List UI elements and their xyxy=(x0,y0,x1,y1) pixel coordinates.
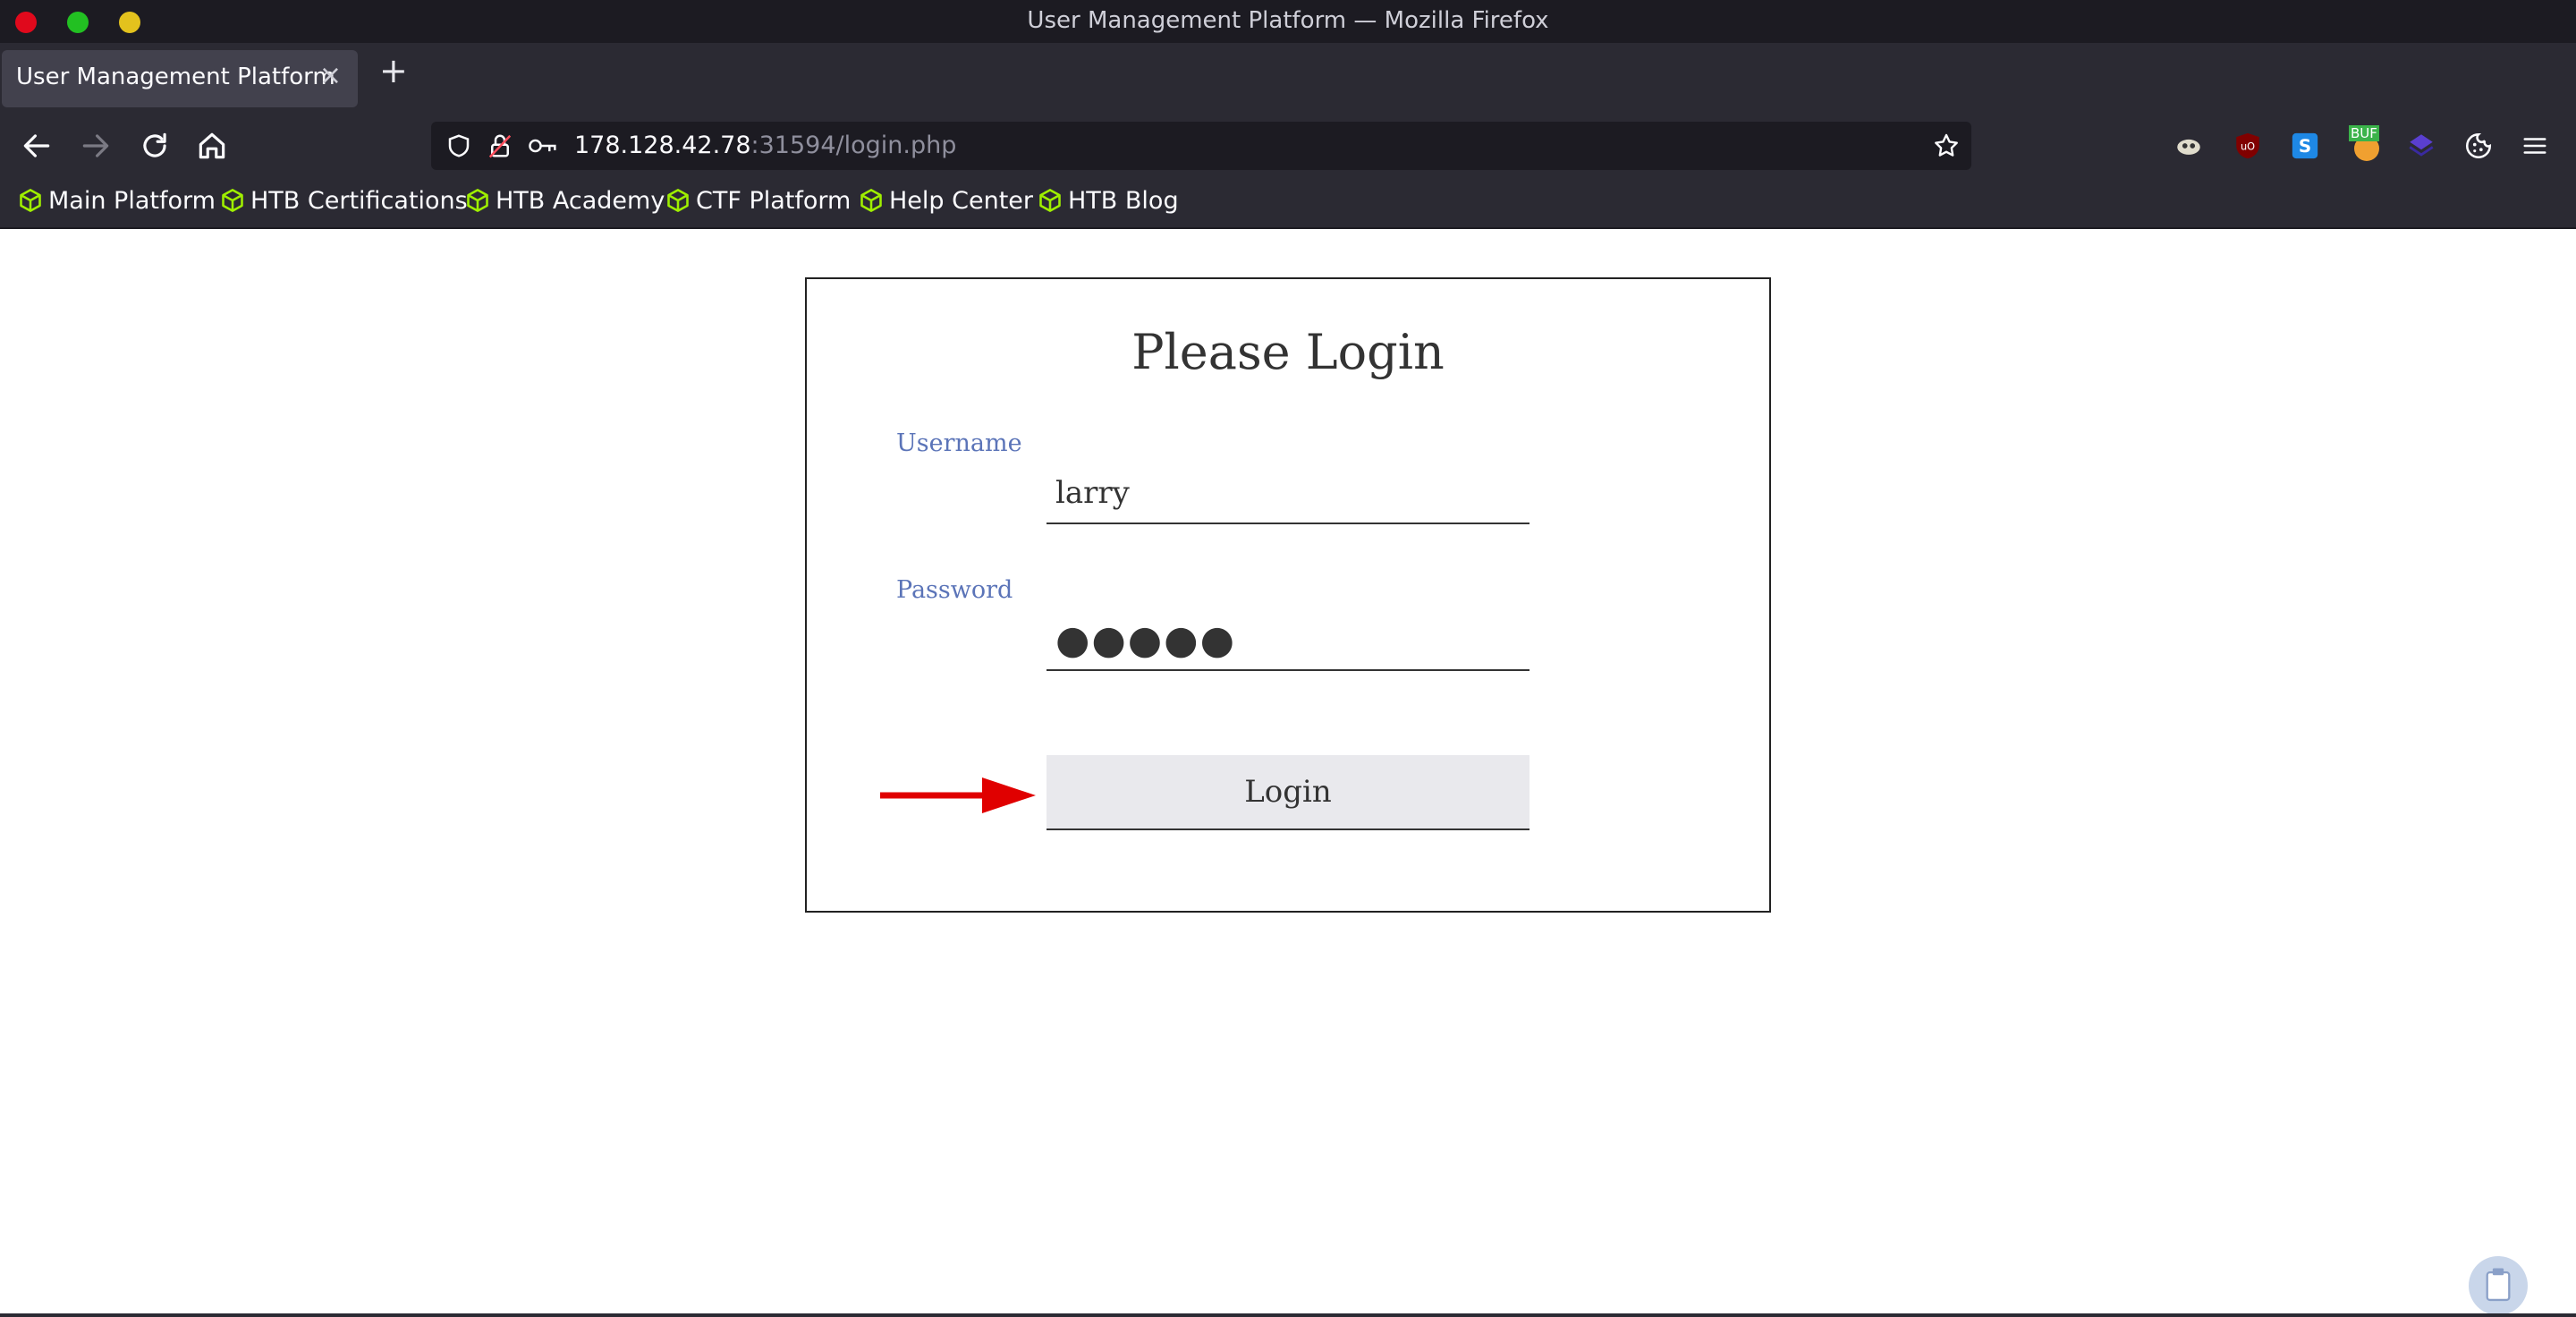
bookmark-ctf-platform[interactable]: CTF Platform xyxy=(665,187,851,215)
insecure-lock-icon[interactable] xyxy=(487,132,513,160)
bookmark-label: Help Center xyxy=(889,187,1034,215)
password-field[interactable] xyxy=(1046,610,1530,671)
menu-icon[interactable] xyxy=(2521,132,2549,159)
forward-icon[interactable] xyxy=(79,129,113,163)
bookmark-help-center[interactable]: Help Center xyxy=(859,187,1033,215)
bookmark-label: CTF Platform xyxy=(696,187,852,215)
window-titlebar: User Management Platform — Mozilla Firef… xyxy=(0,0,2576,43)
htb-cube-icon xyxy=(222,189,243,212)
bookmark-label: Main Platform xyxy=(48,187,216,215)
url-bar[interactable]: 178.128.42.78:31594/login.php xyxy=(431,122,1971,170)
svg-text:S: S xyxy=(2299,136,2311,157)
url-path: :31594/login.php xyxy=(750,132,957,159)
tab-close-icon[interactable]: × xyxy=(319,60,342,91)
hackbar-extension-icon[interactable]: BUF xyxy=(2349,125,2383,165)
bookmark-label: HTB Certifications xyxy=(250,187,468,215)
window-title: User Management Platform — Mozilla Firef… xyxy=(1027,7,1549,34)
red-arrow-annotation xyxy=(880,777,1036,813)
reader-extension-icon[interactable] xyxy=(2174,131,2204,161)
login-form: Please Login Username Password Login xyxy=(805,277,1771,913)
tab-title: User Management Platform xyxy=(16,64,335,90)
password-label: Password xyxy=(896,576,1013,604)
bookmark-main-platform[interactable]: Main Platform xyxy=(18,187,216,215)
bookmark-star-icon[interactable] xyxy=(1932,132,1961,160)
reload-icon[interactable] xyxy=(138,129,172,163)
page-title: Please Login xyxy=(1131,324,1445,380)
cookie-icon[interactable] xyxy=(2463,131,2494,161)
htb-cube-icon xyxy=(860,189,882,212)
url-text[interactable]: 178.128.42.78:31594/login.php xyxy=(574,132,956,159)
bookmark-htb-certifications[interactable]: HTB Certifications xyxy=(220,187,468,215)
key-icon[interactable] xyxy=(528,133,558,158)
bookmark-label: HTB Academy xyxy=(496,187,665,215)
new-tab-button[interactable]: + xyxy=(379,54,408,88)
tab-user-management[interactable]: User Management Platform × xyxy=(2,50,358,107)
bookmark-htb-blog[interactable]: HTB Blog xyxy=(1038,187,1179,215)
ublock-icon[interactable]: uO xyxy=(2233,131,2263,161)
svg-text:uO: uO xyxy=(2241,140,2255,152)
bookmarks-toolbar: Main Platform HTB Certifications HTB Aca… xyxy=(0,177,2576,229)
bookmark-label: HTB Blog xyxy=(1068,187,1179,215)
htb-cube-icon xyxy=(667,189,689,212)
bookmark-htb-academy[interactable]: HTB Academy xyxy=(465,187,665,215)
login-button[interactable]: Login xyxy=(1046,755,1530,830)
username-field[interactable] xyxy=(1046,463,1530,524)
htb-cube-icon xyxy=(20,189,41,212)
navigation-toolbar: 178.128.42.78:31594/login.php uO S BUF xyxy=(0,115,2576,177)
shield-icon[interactable] xyxy=(445,132,472,159)
layers-extension-icon[interactable] xyxy=(2406,131,2436,161)
extension-s-icon[interactable]: S xyxy=(2290,131,2320,161)
extension-badge: BUF xyxy=(2349,125,2379,141)
htb-cube-icon xyxy=(1039,189,1061,212)
home-icon[interactable] xyxy=(195,129,229,163)
clipboard-icon[interactable] xyxy=(2469,1256,2528,1315)
username-label: Username xyxy=(896,429,1022,457)
back-icon[interactable] xyxy=(20,129,54,163)
htb-cube-icon xyxy=(467,189,488,212)
url-host: 178.128.42.78 xyxy=(574,132,751,159)
window-bottom-border xyxy=(0,1313,2576,1317)
